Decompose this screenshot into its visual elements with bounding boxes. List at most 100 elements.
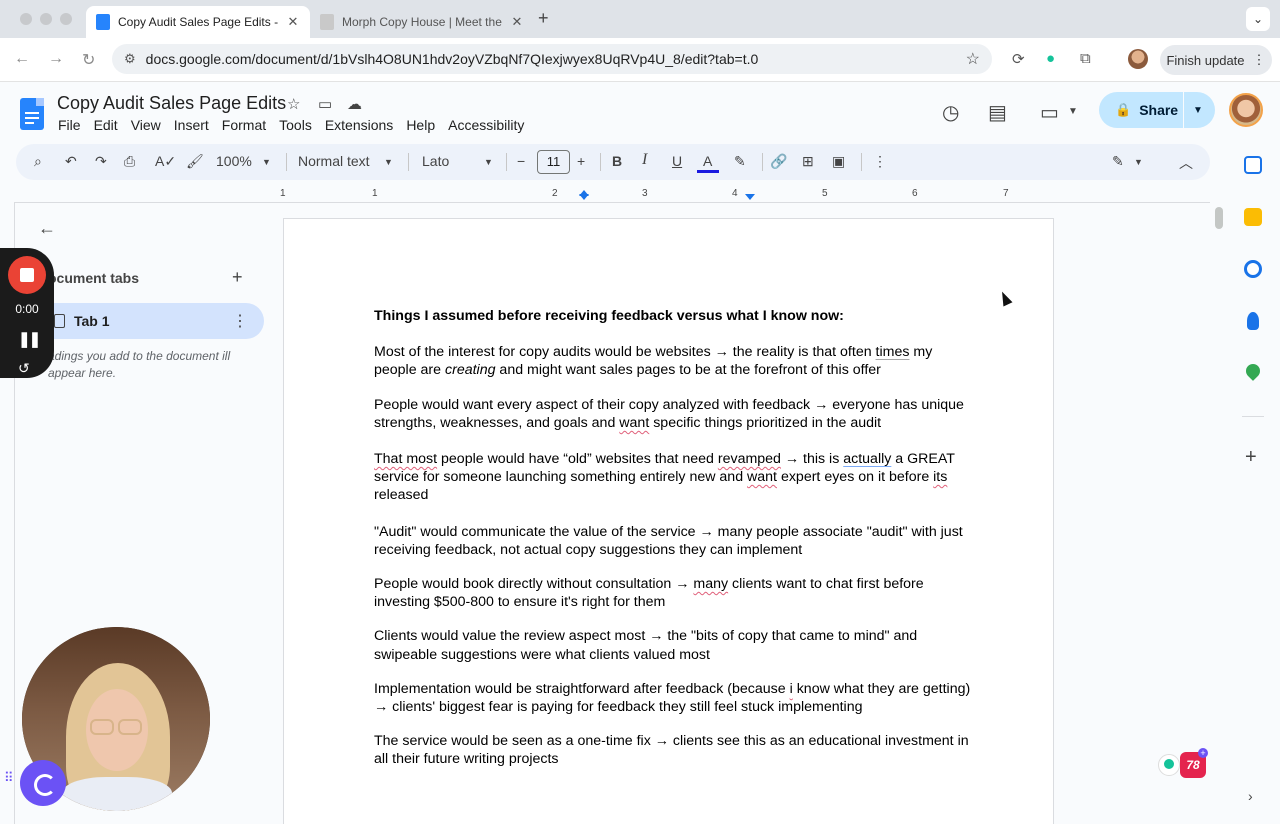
decrease-font-size-button[interactable]: − [517,153,525,169]
text-color-icon[interactable]: A [703,153,712,169]
increase-font-size-button[interactable]: + [577,153,585,169]
menu-accessibility[interactable]: Accessibility [448,117,524,133]
zoom-select[interactable]: 100% [216,153,252,169]
scrollbar-thumb[interactable] [1215,207,1223,229]
font-select[interactable]: Lato [422,153,449,169]
tab-options-icon[interactable]: ⋮ [232,311,248,331]
grammarly-extension-icon[interactable]: ● [1046,50,1055,67]
browser-profile-avatar[interactable] [1128,49,1148,69]
comments-icon[interactable]: ▤ [988,100,1007,125]
expand-side-panel-chevron-icon[interactable]: › [1248,788,1253,804]
menu-view[interactable]: View [131,117,161,133]
menu-insert[interactable]: Insert [174,117,209,133]
calendar-icon[interactable] [1244,156,1262,174]
maps-icon[interactable] [1243,361,1263,381]
highlight-color-icon[interactable]: ✎ [734,153,746,170]
restart-icon[interactable]: ↺ [18,360,30,377]
drag-handle-icon[interactable]: ⠿ [4,770,13,786]
font-dropdown-icon[interactable]: ▼ [484,157,493,167]
paint-format-icon[interactable]: 🖌 [186,153,204,170]
search-menus-icon[interactable]: ⌕ [34,153,42,170]
underline-icon[interactable]: U [672,153,682,169]
account-avatar[interactable] [1229,93,1263,127]
redo-icon[interactable]: ↷ [95,153,107,170]
forward-arrow-icon[interactable]: → [48,50,64,68]
tasks-icon[interactable] [1244,260,1262,278]
editing-mode-pencil-icon[interactable]: ✎ [1112,153,1124,170]
ruler-mark: 2 [552,188,558,199]
share-button[interactable]: 🔒 Share ▼ [1099,92,1215,128]
cloud-status-icon[interactable]: ☁ [347,95,362,113]
site-settings-icon[interactable]: ⚙ [124,51,136,67]
grammarly-plus-icon[interactable]: + [1198,748,1208,758]
back-arrow-icon[interactable]: ← [38,218,56,239]
share-dropdown-icon[interactable]: ▼ [1193,105,1203,116]
version-history-icon[interactable]: ◷ [942,100,959,125]
bookmark-star-icon[interactable]: ☆ [966,49,980,69]
window-close-button[interactable] [20,13,32,25]
add-tab-icon[interactable]: + [232,267,243,288]
extensions-puzzle-icon[interactable]: ⧉ [1080,50,1091,67]
document-body[interactable]: Things I assumed before receiving feedba… [374,307,974,785]
grammarly-widget[interactable]: 78 + [1158,748,1210,778]
add-comment-icon[interactable]: ⊞ [802,153,814,170]
horizontal-ruler[interactable]: 1 1 2 3 4 5 6 7 [16,186,1210,202]
undo-icon[interactable]: ↶ [65,153,77,170]
document-page[interactable]: Things I assumed before receiving feedba… [283,218,1054,824]
docs-logo-icon[interactable] [20,98,44,130]
menu-tools[interactable]: Tools [279,117,312,133]
google-docs-favicon-icon [96,14,110,30]
move-folder-icon[interactable]: ▭ [318,95,332,113]
new-tab-icon[interactable]: + [538,8,549,29]
paragraph: Clients would value the review aspect mo… [374,628,918,663]
print-icon[interactable]: ⎙ [124,153,135,170]
sync-extension-icon[interactable]: ⟳ [1012,50,1025,68]
address-bar[interactable]: ⚙ docs.google.com/document/d/1bVslh4O8UN… [112,44,992,74]
spellcheck-icon[interactable]: A✓ [155,153,176,170]
menu-edit[interactable]: Edit [94,117,118,133]
back-arrow-icon[interactable]: ← [14,50,30,68]
editing-mode-dropdown-icon[interactable]: ▼ [1134,157,1143,167]
get-add-ons-plus-icon[interactable]: + [1245,446,1257,469]
window-zoom-button[interactable] [60,13,72,25]
tab-search-chevron-icon[interactable]: ⌄ [1246,7,1270,31]
ruler-mark: 4 [732,188,738,199]
recorder-logo-icon[interactable] [20,760,66,806]
bold-icon[interactable]: B [612,153,622,169]
star-icon[interactable]: ☆ [287,95,300,113]
menu-help[interactable]: Help [406,117,435,133]
more-options-icon[interactable]: ⋮ [873,153,887,170]
hide-menus-chevron-icon[interactable]: ︿ [1179,153,1193,173]
insert-link-icon[interactable]: 🔗 [770,153,787,170]
keep-icon[interactable] [1244,208,1262,226]
browser-tab-docs[interactable]: Copy Audit Sales Page Edits - ✕ [86,6,310,38]
contacts-icon[interactable] [1247,312,1259,330]
font-size-input[interactable]: 11 [537,150,570,174]
italic-icon[interactable]: I [642,151,647,169]
left-indent-handle[interactable] [579,194,589,200]
close-tab-icon[interactable]: ✕ [510,14,524,30]
sidebar-item-tab-1[interactable]: Tab 1 ⋮ [28,303,264,339]
right-indent-handle[interactable] [745,194,755,200]
meet-camera-icon[interactable]: ▭ [1040,100,1059,125]
finish-update-button[interactable]: Finish update ⋮ [1160,45,1272,75]
formatting-toolbar: ⌕ ↶ ↷ ⎙ A✓ 🖌 100% ▼ Normal text ▼ Lato ▼… [16,144,1210,180]
style-dropdown-icon[interactable]: ▼ [384,157,393,167]
stop-recording-button[interactable] [8,256,46,294]
grammarly-bulb-icon[interactable] [1158,754,1180,776]
document-title[interactable]: Copy Audit Sales Page Edits [57,93,286,114]
browser-toolbar: ← → ↻ ⚙ docs.google.com/document/d/1bVsl… [0,38,1280,82]
zoom-dropdown-icon[interactable]: ▼ [262,157,271,167]
menu-format[interactable]: Format [222,117,266,133]
menu-extensions[interactable]: Extensions [325,117,393,133]
browser-tab-morph[interactable]: Morph Copy House | Meet the ✕ [310,6,534,38]
spelling-suggestion: revamped [717,451,781,468]
window-minimize-button[interactable] [40,13,52,25]
pause-icon[interactable]: ❚❚ [18,330,41,348]
insert-image-icon[interactable]: ▣ [832,153,845,170]
menu-file[interactable]: File [58,117,81,133]
paragraph-style-select[interactable]: Normal text [298,153,370,169]
close-tab-icon[interactable]: ✕ [286,14,300,30]
reload-icon[interactable]: ↻ [82,50,95,70]
meet-dropdown-icon[interactable]: ▼ [1068,106,1078,117]
